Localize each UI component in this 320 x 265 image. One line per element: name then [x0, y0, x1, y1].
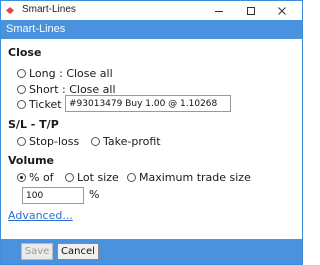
dialog-heading: Smart-Lines	[6, 23, 66, 35]
dialog-header: Smart-Lines	[1, 20, 302, 39]
radio-long-close-all-label[interactable]: Long : Close all	[29, 67, 113, 80]
ticket-field[interactable]	[65, 95, 231, 112]
radio-lot-size[interactable]	[65, 173, 74, 182]
minimize-icon	[215, 10, 223, 12]
title-bar[interactable]: Smart-Lines	[1, 1, 302, 20]
save-button[interactable]: Save	[21, 243, 53, 260]
radio-long-close-all[interactable]	[17, 69, 26, 78]
radio-take-profit-label[interactable]: Take-profit	[103, 135, 161, 148]
close-icon	[278, 6, 286, 15]
volume-amount-field[interactable]	[22, 187, 84, 204]
radio-percent-of[interactable]	[17, 173, 26, 182]
radio-stop-loss-label[interactable]: Stop-loss	[29, 135, 79, 148]
maximize-icon	[247, 6, 255, 15]
radio-ticket[interactable]	[17, 100, 26, 109]
window-title: Smart-Lines	[22, 4, 76, 15]
sltp-section-title: S/L - T/P	[8, 118, 59, 131]
close-button[interactable]	[269, 1, 295, 20]
advanced-link[interactable]: Advanced...	[8, 209, 73, 222]
dialog-footer: Save Cancel	[1, 239, 302, 264]
volume-section-title: Volume	[8, 154, 54, 167]
diamond-icon	[6, 7, 14, 14]
radio-maximum-trade-size-label[interactable]: Maximum trade size	[139, 171, 251, 184]
radio-percent-of-label[interactable]: % of	[29, 171, 54, 184]
maximize-button[interactable]	[238, 1, 264, 20]
percent-unit-label: %	[89, 188, 100, 201]
radio-stop-loss[interactable]	[17, 137, 26, 146]
radio-lot-size-label[interactable]: Lot size	[77, 171, 119, 184]
dialog-window: Smart-Lines Smart-Lines Close Long : Clo…	[0, 0, 303, 265]
radio-take-profit[interactable]	[91, 137, 100, 146]
cancel-button[interactable]: Cancel	[57, 243, 99, 260]
radio-maximum-trade-size[interactable]	[127, 173, 136, 182]
minimize-button[interactable]	[206, 1, 232, 20]
radio-ticket-label[interactable]: Ticket :	[29, 98, 69, 111]
close-section-title: Close	[8, 46, 42, 59]
radio-short-close-all[interactable]	[17, 85, 26, 94]
